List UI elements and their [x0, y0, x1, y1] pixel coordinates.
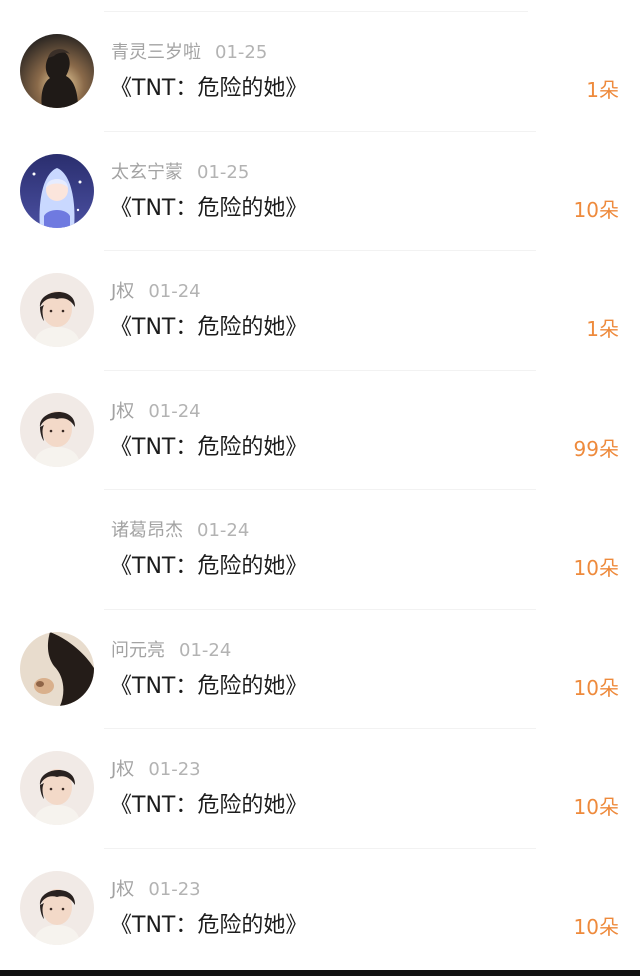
- gift-count: 10朵: [573, 914, 619, 939]
- avatar[interactable]: [20, 34, 94, 108]
- gift-count: 10朵: [573, 795, 619, 819]
- user-name[interactable]: J权: [111, 879, 134, 900]
- gift-count: 1朵: [586, 78, 619, 102]
- user-name[interactable]: 太玄宁蒙: [111, 162, 183, 183]
- item-date: 01-24: [197, 520, 250, 541]
- item-date: 01-23: [148, 878, 201, 900]
- item-title: 《TNT：危险的她》: [110, 434, 308, 460]
- item-title: 《TNT：危险的她》: [110, 554, 308, 579]
- item-title: 《TNT：危险的她》: [110, 315, 308, 340]
- dark-figure-avatar-icon: [20, 631, 94, 706]
- user-name[interactable]: 青灵三岁啦: [111, 42, 201, 63]
- user-name[interactable]: J权: [111, 281, 134, 302]
- list-item[interactable]: 问元亮 01-24 《TNT：危险的她》 10朵: [0, 610, 640, 729]
- item-meta: 诸葛昂杰 01-24: [111, 520, 249, 542]
- gift-count: 10朵: [573, 556, 619, 580]
- user-name[interactable]: 问元亮: [111, 640, 165, 661]
- user-name[interactable]: J权: [111, 759, 134, 780]
- avatar[interactable]: [20, 751, 94, 825]
- item-date: 01-24: [148, 400, 201, 422]
- list-item[interactable]: J权 01-24 《TNT：危险的她》 1朵: [0, 251, 640, 371]
- item-meta: J权 01-23: [111, 759, 201, 781]
- item-meta: 太玄宁蒙 01-25: [111, 162, 249, 184]
- gift-count: 99朵: [573, 436, 619, 461]
- user-name[interactable]: J权: [111, 401, 134, 422]
- list-item[interactable]: J权 01-23 《TNT：危险的她》 10朵: [0, 849, 640, 969]
- silhouette-avatar-icon: [20, 34, 94, 108]
- item-date: 01-25: [215, 42, 268, 63]
- avatar[interactable]: [20, 153, 94, 228]
- item-meta: 青灵三岁啦 01-25: [111, 42, 267, 64]
- item-meta: J权 01-24: [111, 281, 201, 303]
- list-item[interactable]: J权 01-23 《TNT：危险的她》 10朵: [0, 729, 640, 849]
- list-item[interactable]: 青灵三岁啦 01-25 《TNT：危险的她》 1朵: [0, 12, 640, 132]
- item-meta: J权 01-23: [111, 879, 201, 901]
- list-item[interactable]: J权 01-24 《TNT：危险的她》 99朵: [0, 371, 640, 490]
- item-meta: J权 01-24: [111, 401, 201, 423]
- item-title: 《TNT：危险的她》: [110, 76, 308, 101]
- boy-portrait-avatar-icon: [20, 751, 94, 825]
- gift-count: 1朵: [586, 317, 619, 341]
- item-meta: 问元亮 01-24: [111, 640, 231, 662]
- avatar[interactable]: [20, 631, 94, 706]
- gift-count: 10朵: [573, 197, 619, 222]
- bottom-bar: [0, 970, 640, 976]
- list-item[interactable]: 太玄宁蒙 01-25 《TNT：危险的她》 10朵: [0, 132, 640, 251]
- item-title: 《TNT：危险的她》: [110, 793, 308, 818]
- item-title: 《TNT：危险的她》: [110, 195, 308, 221]
- avatar[interactable]: [20, 392, 94, 467]
- item-date: 01-25: [197, 161, 250, 183]
- item-date: 01-24: [179, 639, 232, 661]
- item-title: 《TNT：危险的她》: [110, 673, 308, 699]
- gift-count: 10朵: [573, 675, 619, 700]
- avatar[interactable]: [20, 273, 94, 347]
- anime-girl-avatar-icon: [20, 153, 94, 228]
- avatar[interactable]: [20, 870, 94, 945]
- boy-portrait-avatar-icon: [20, 392, 94, 467]
- list-item[interactable]: 诸葛昂杰 01-24 《TNT：危险的她》 10朵: [0, 490, 640, 610]
- item-date: 01-23: [148, 759, 201, 780]
- boy-portrait-avatar-icon: [20, 870, 94, 945]
- item-date: 01-24: [148, 281, 201, 302]
- user-name[interactable]: 诸葛昂杰: [111, 520, 183, 541]
- gift-list: 青灵三岁啦 01-25 《TNT：危险的她》 1朵 太玄宁蒙 01-25 《TN…: [0, 12, 640, 968]
- boy-portrait-avatar-icon: [20, 273, 94, 347]
- item-title: 《TNT：危险的她》: [110, 912, 308, 938]
